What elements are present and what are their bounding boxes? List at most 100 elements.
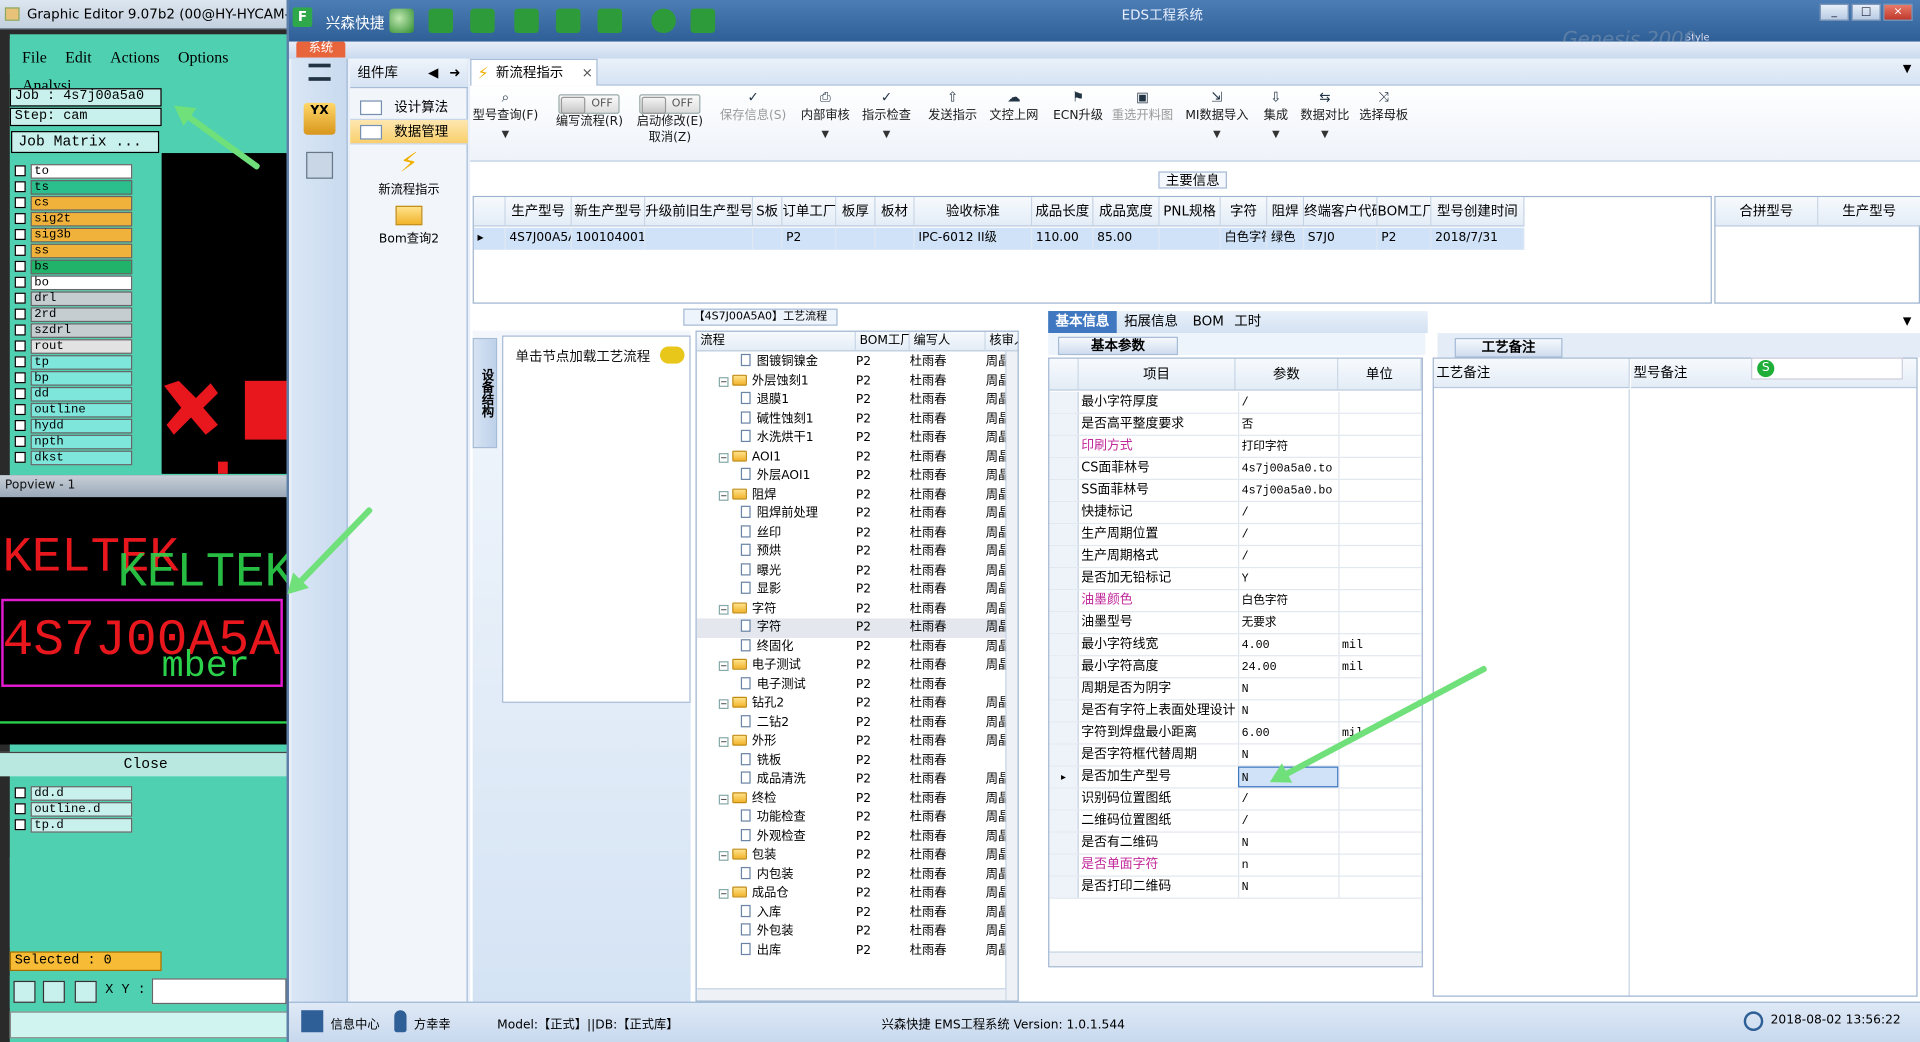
- flow-node[interactable]: 入库: [740, 903, 781, 921]
- grid1-header[interactable]: 板材: [875, 197, 915, 227]
- grid1-header[interactable]: 终端客户代码: [1304, 197, 1378, 227]
- flow-row[interactable]: 出库 P2 杜雨春 周晶: [697, 941, 1018, 960]
- menu-options[interactable]: Options: [166, 39, 235, 67]
- param-row[interactable]: 是否有字符上表面处理设计 N: [1049, 700, 1422, 723]
- layer-checkbox[interactable]: [14, 340, 26, 352]
- snap-icon[interactable]: [13, 980, 36, 1003]
- layer-checkbox[interactable]: [14, 372, 26, 384]
- popview-canvas[interactable]: KELTEK KELTEK 4S7J00A5A mber: [0, 497, 291, 742]
- flow-row[interactable]: − AOI1 P2 杜雨春 周晶: [697, 448, 1018, 467]
- param-value[interactable]: 4s7j00a5a0.to: [1237, 457, 1338, 479]
- grid1-header[interactable]: 成品长度: [1032, 197, 1094, 227]
- tab-new-flow[interactable]: ⚡ 新流程指示 ×: [470, 58, 598, 86]
- layer-row[interactable]: ss: [14, 242, 133, 258]
- flow-row[interactable]: 入库 P2 杜雨春 周晶: [697, 903, 1018, 922]
- flow-node[interactable]: − 字符: [718, 599, 776, 617]
- layer-checkbox[interactable]: [14, 165, 26, 177]
- layer-row[interactable]: sig2t: [14, 211, 133, 227]
- flow-node[interactable]: 预烘: [740, 542, 781, 560]
- info-center[interactable]: 信息中心: [331, 1014, 380, 1032]
- flow-row[interactable]: 铣板 P2 杜雨春: [697, 751, 1018, 770]
- flow-row[interactable]: − 钻孔2 P2 杜雨春 周晶: [697, 694, 1018, 713]
- param-value[interactable]: 24.00: [1237, 656, 1338, 678]
- param-value[interactable]: /: [1237, 391, 1338, 413]
- param-header[interactable]: 参数: [1235, 358, 1339, 391]
- dropdown-icon[interactable]: ▼: [1185, 126, 1248, 142]
- expand-icon[interactable]: −: [718, 699, 729, 709]
- layer-checkbox[interactable]: [14, 404, 26, 416]
- ribbon-btn-5[interactable]: ✓ 指示检查 ▼: [862, 90, 911, 142]
- flow-node[interactable]: 碱性蚀刻1: [740, 410, 814, 428]
- flow-node[interactable]: 外层AOI1: [740, 467, 810, 485]
- param-value[interactable]: N: [1237, 876, 1338, 898]
- prev-icon[interactable]: ◀: [428, 59, 438, 88]
- flow-row[interactable]: 功能检查 P2 杜雨春 周晶: [697, 808, 1018, 827]
- flow-hscrollbar[interactable]: [696, 988, 1006, 1001]
- param-value[interactable]: 无要求: [1237, 612, 1338, 634]
- ribbon-btn-2[interactable]: OFF 启动修改(E) 取消(Z): [637, 91, 703, 146]
- menu-actions[interactable]: Actions: [98, 39, 166, 67]
- flow-node[interactable]: 水洗烘干1: [740, 429, 814, 447]
- close-window-button[interactable]: ×: [1883, 3, 1913, 21]
- ribbon-btn-1[interactable]: OFF 编写流程(R): [556, 91, 623, 130]
- ribbon-btn-7[interactable]: ☁ 文控上网: [989, 90, 1038, 124]
- ribbon-btn-11[interactable]: ⇩ 集成 ▼: [1264, 90, 1288, 142]
- expand-icon[interactable]: −: [718, 888, 729, 899]
- flow-node[interactable]: 外包装: [740, 922, 793, 940]
- flow-row[interactable]: 外观检查 P2 杜雨春 周晶: [697, 827, 1018, 846]
- param-value[interactable]: 4.00: [1237, 634, 1338, 656]
- param-value[interactable]: n: [1237, 854, 1338, 876]
- zoom-icon[interactable]: [42, 980, 65, 1003]
- grid1-cell[interactable]: 绿色: [1267, 227, 1305, 250]
- expand-icon[interactable]: −: [718, 661, 729, 672]
- grid-apps-icon[interactable]: [597, 8, 623, 34]
- grid1-cell[interactable]: [645, 227, 754, 250]
- flow-row[interactable]: − 外形 P2 杜雨春 周晶: [697, 732, 1018, 751]
- layer-row[interactable]: ts: [14, 179, 133, 195]
- param-row[interactable]: 最小字符高度 24.00 mil: [1049, 656, 1422, 679]
- flow-node[interactable]: − 外形: [718, 732, 776, 750]
- flow-row[interactable]: 成品清洗 P2 杜雨春 周晶: [697, 770, 1018, 789]
- lib-item-data-management[interactable]: 数据管理: [350, 120, 468, 145]
- flow-node[interactable]: 图镀铜镍金: [740, 353, 818, 371]
- param-row[interactable]: 是否高平整度要求 否: [1049, 413, 1422, 436]
- grid1-cell[interactable]: [836, 227, 876, 250]
- layer-row[interactable]: dkst: [14, 449, 133, 465]
- layer-checkbox[interactable]: [14, 213, 26, 225]
- layer-row[interactable]: tp.d: [14, 817, 133, 833]
- layer-row[interactable]: rout: [14, 338, 133, 354]
- layer-row[interactable]: hydd: [14, 418, 133, 434]
- grid1-cell[interactable]: P2: [1377, 227, 1432, 250]
- param-row[interactable]: 二维码位置图纸 /: [1049, 810, 1422, 833]
- flow-row[interactable]: 水洗烘干1 P2 杜雨春 周晶: [697, 429, 1018, 448]
- layer-checkbox[interactable]: [14, 292, 26, 304]
- param-value[interactable]: Y: [1237, 568, 1338, 589]
- flow-node[interactable]: − AOI1: [718, 448, 781, 466]
- toggle-switch[interactable]: OFF: [558, 94, 621, 114]
- param-value[interactable]: 打印字符: [1237, 435, 1338, 457]
- flow-node[interactable]: 出库: [740, 941, 781, 959]
- menu-edit[interactable]: Edit: [53, 39, 98, 67]
- param-row[interactable]: 快捷标记 /: [1049, 502, 1422, 525]
- chart-icon[interactable]: [690, 8, 716, 34]
- expand-icon[interactable]: −: [718, 794, 729, 804]
- detail-tab-1[interactable]: 拓展信息: [1117, 311, 1186, 333]
- dropdown-icon[interactable]: ▼: [473, 126, 539, 142]
- param-row[interactable]: 油墨型号 无要求: [1049, 612, 1422, 635]
- expand-icon[interactable]: −: [718, 737, 729, 747]
- layer-row[interactable]: bo: [14, 274, 133, 290]
- param-header[interactable]: 单位: [1338, 358, 1422, 391]
- layer-checkbox[interactable]: [14, 787, 26, 799]
- grid1-header[interactable]: 阻焊: [1267, 197, 1305, 227]
- grid1-header[interactable]: 字符: [1220, 197, 1268, 227]
- flow-scrollbar[interactable]: [1005, 351, 1018, 1001]
- ribbon-btn-6[interactable]: ⇧ 发送指示: [928, 90, 977, 124]
- flow-row[interactable]: 二钻2 P2 杜雨春 周晶: [697, 713, 1018, 732]
- expand-icon[interactable]: −: [718, 490, 729, 501]
- flow-header[interactable]: 编写人: [909, 331, 986, 352]
- expand-icon[interactable]: −: [718, 452, 729, 463]
- layer-checkbox[interactable]: [14, 228, 26, 241]
- grid1-cell[interactable]: 110.00: [1032, 227, 1094, 250]
- calc-icon[interactable]: [428, 8, 454, 34]
- layer-row[interactable]: tp: [14, 354, 133, 370]
